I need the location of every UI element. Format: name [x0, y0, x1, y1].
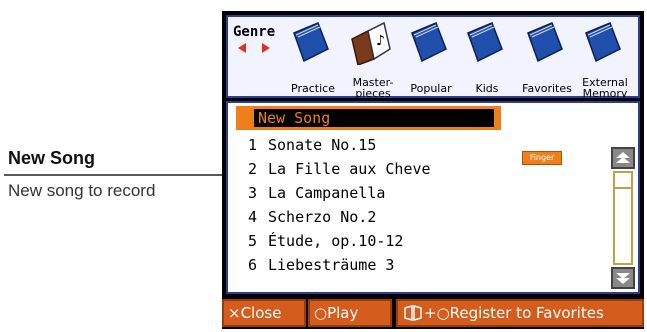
book-icon — [411, 22, 447, 63]
open-book-icon: ♪ — [351, 21, 391, 65]
genre-external-memory[interactable]: External Memory — [572, 21, 638, 100]
genre-masterpieces[interactable]: ♪ Master-pieces — [340, 21, 406, 100]
song-list-panel: New Song 1 Sonate No.15 2 La Fille aux C… — [226, 101, 640, 294]
scroll-track[interactable] — [613, 171, 633, 265]
genre-caption: Master-pieces — [352, 76, 394, 100]
genre-caption: Favorites — [522, 82, 572, 95]
genre-caption: External Memory — [582, 76, 628, 100]
new-song-item[interactable]: New Song — [236, 106, 501, 130]
song-list-item[interactable]: 2 La Fille aux Cheve — [228, 157, 548, 181]
song-title: Étude, op.10-12 — [268, 232, 404, 250]
register-favorites-label: +○Register to Favorites — [424, 304, 604, 322]
finger-badge: Finger — [522, 151, 562, 165]
song-title: Liebesträume 3 — [268, 256, 395, 274]
register-favorites-button[interactable]: +○Register to Favorites — [396, 299, 644, 327]
book-icon — [467, 22, 503, 63]
genre-practice[interactable]: Practice — [280, 21, 346, 97]
scroll-thumb[interactable] — [615, 173, 631, 189]
song-number: 6 — [248, 256, 258, 274]
callout-title: New Song — [8, 148, 96, 168]
song-number: 3 — [248, 184, 258, 202]
close-button[interactable]: ×Close — [222, 299, 306, 327]
genre-favorites[interactable]: Favorites — [514, 21, 580, 97]
genre-caption: Kids — [475, 82, 499, 95]
genre-bar: Genre Practice ♪ Master-pieces Popular K… — [226, 15, 640, 100]
song-list-item[interactable]: 3 La Campanella — [228, 181, 548, 205]
scrollbar[interactable] — [611, 147, 635, 289]
song-title: Sonate No.15 — [268, 136, 377, 154]
genre-kids[interactable]: Kids — [454, 21, 520, 97]
scroll-down-button[interactable] — [611, 267, 635, 289]
song-title: La Campanella — [268, 184, 386, 202]
song-title: La Fille aux Cheve — [268, 160, 431, 178]
song-number: 2 — [248, 160, 258, 178]
genre-caption: Practice — [291, 82, 335, 95]
book-icon — [527, 22, 563, 63]
song-number: 5 — [248, 232, 258, 250]
song-list-item[interactable]: 6 Liebesträume 3 — [228, 253, 548, 277]
song-list-item[interactable]: 5 Étude, op.10-12 — [228, 229, 548, 253]
device-screen: Genre Practice ♪ Master-pieces Popular K… — [222, 11, 644, 329]
song-list-item[interactable]: 1 Sonate No.15 — [228, 133, 548, 157]
bottom-button-bar: ×Close ○Play +○Register to Favorites — [222, 297, 644, 329]
song-number: 1 — [248, 136, 258, 154]
scroll-up-button[interactable] — [611, 147, 635, 169]
new-song-label: New Song — [258, 109, 331, 127]
song-title: Scherzo No.2 — [268, 208, 377, 226]
book-favorites-icon — [404, 305, 422, 321]
genre-label: Genre — [233, 24, 276, 40]
song-list-item[interactable]: 4 Scherzo No.2 — [228, 205, 548, 229]
song-number: 4 — [248, 208, 258, 226]
genre-arrows-icon[interactable] — [238, 43, 270, 53]
svg-text:♪: ♪ — [376, 33, 385, 49]
arrow-down-icon — [616, 273, 630, 284]
book-icon — [293, 22, 329, 63]
arrow-up-icon — [616, 152, 630, 163]
callout-description: New song to record — [8, 181, 156, 200]
book-icon — [585, 22, 621, 63]
new-song-field: New Song — [254, 109, 494, 127]
play-button[interactable]: ○Play — [308, 299, 392, 327]
